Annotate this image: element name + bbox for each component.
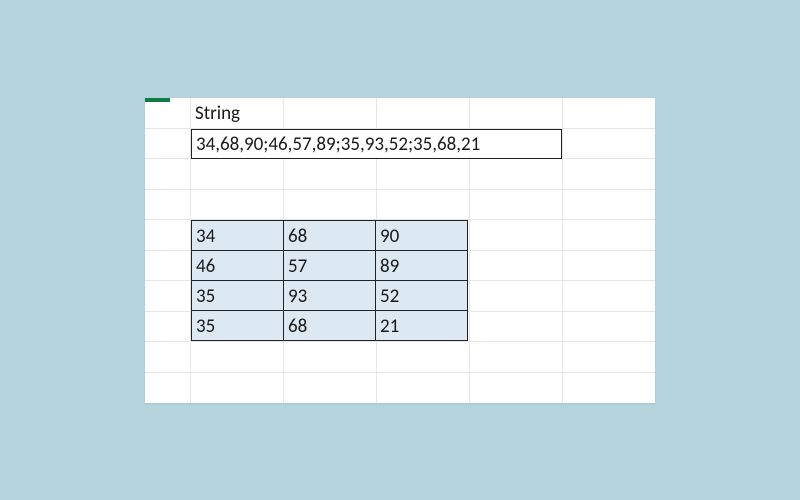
matrix-cell[interactable]: 52 [376, 280, 468, 310]
matrix-cell[interactable]: 35 [192, 280, 284, 310]
matrix-row: 35 93 52 [192, 280, 468, 310]
matrix-cell[interactable]: 68 [284, 310, 376, 340]
matrix-cell[interactable]: 57 [284, 250, 376, 280]
matrix-cell[interactable]: 93 [284, 280, 376, 310]
matrix-row: 35 68 21 [192, 310, 468, 340]
active-cell-indicator [145, 98, 170, 102]
matrix-cell[interactable]: 46 [192, 250, 284, 280]
string-header-label: String [195, 102, 240, 125]
matrix-cell[interactable]: 21 [376, 310, 468, 340]
string-value-cell[interactable]: 34,68,90;46,57,89;35,93,52;35,68,21 [191, 129, 562, 159]
matrix-row: 34 68 90 [192, 220, 468, 250]
matrix-cell[interactable]: 34 [192, 220, 284, 250]
matrix-cell[interactable]: 89 [376, 250, 468, 280]
matrix-row: 46 57 89 [192, 250, 468, 280]
matrix-cell[interactable]: 68 [284, 220, 376, 250]
matrix-cell[interactable]: 35 [192, 310, 284, 340]
result-matrix: 34 68 90 46 57 89 35 93 52 35 68 21 [191, 220, 468, 341]
matrix-cell[interactable]: 90 [376, 220, 468, 250]
spreadsheet-area[interactable]: String 34,68,90;46,57,89;35,93,52;35,68,… [145, 98, 655, 403]
